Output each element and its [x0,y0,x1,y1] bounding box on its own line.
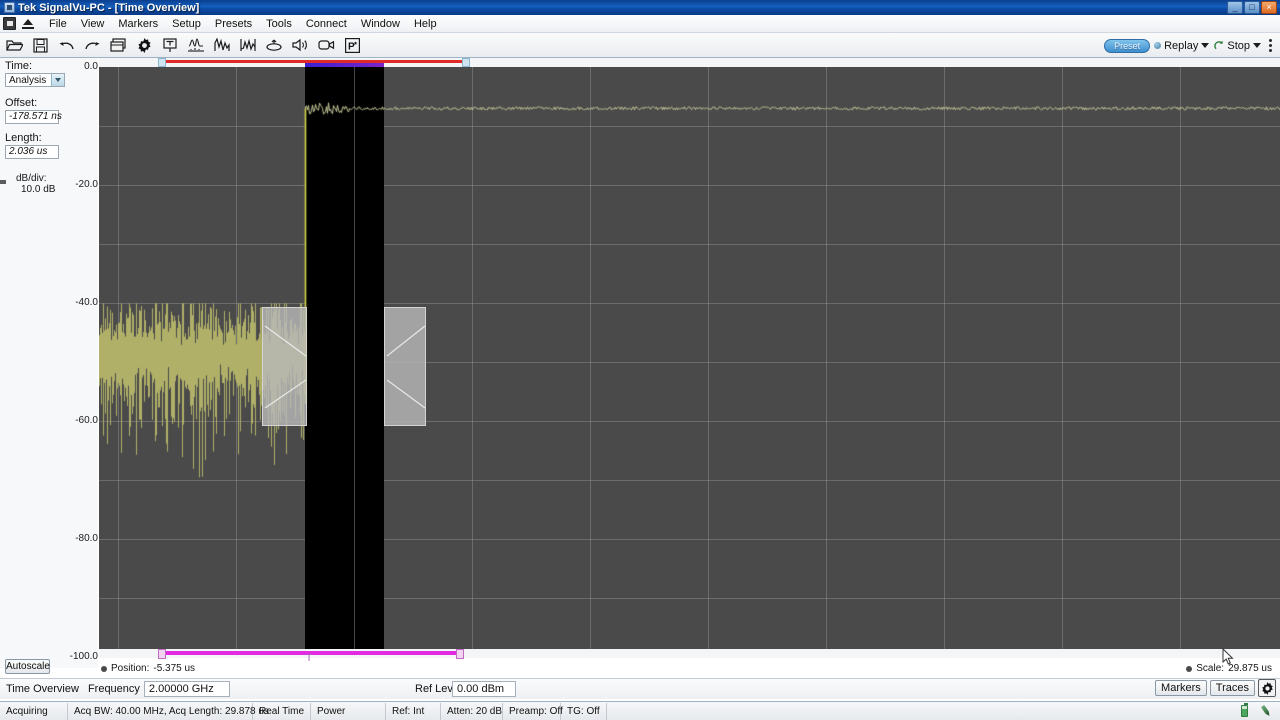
toolbar-right-controls: Preset Replay Stop [1104,33,1276,58]
stop-label: Stop [1227,39,1250,52]
markers-button[interactable]: Markers [1155,680,1207,696]
trigger-icon[interactable] [158,34,182,56]
open-icon[interactable] [2,34,26,56]
chevron-down-icon[interactable] [1253,43,1261,48]
y-tick-0: 0.0 [60,61,103,72]
frequency-input[interactable]: 2.00000 GHz [143,681,230,697]
plot-area[interactable] [99,67,1280,658]
y-tick-80: -80.0 [60,533,103,544]
mdi-window-icon[interactable] [3,17,16,30]
svg-text:P: P [348,41,355,52]
spectrogram-icon[interactable] [236,34,260,56]
graph-action-buttons: Markers Traces [1155,679,1276,697]
menu-item-connect[interactable]: Connect [299,16,354,32]
position-value: -5.375 us [153,663,196,674]
chevron-down-icon[interactable] [1201,43,1210,48]
more-options-icon[interactable] [1265,39,1276,52]
status-acq-info: Acq BW: 40.00 MHz, Acq Length: 29.878 us [68,702,269,720]
replay-label: Replay [1164,39,1199,52]
minimize-button[interactable]: _ [1227,1,1243,14]
scale-drag-handle-icon [1186,665,1193,672]
tile-windows-icon[interactable] [106,34,130,56]
db-per-div-group: dB/div: 10.0 dB [5,173,55,195]
spectrum-icon[interactable] [184,34,208,56]
preset-p-icon[interactable]: P [340,34,364,56]
battery-icon [1241,703,1248,717]
analysis-right-drag-handle[interactable] [384,307,426,426]
scale-value: 29.875 us [1228,663,1272,674]
window-title: Tek SignalVu-PC - [Time Overview] [18,1,200,14]
refresh-icon [1214,40,1224,50]
menu-bar: File View Markers Setup Presets Tools Co… [0,15,1280,49]
measurement-title: Time Overview [6,683,79,695]
menu-item-window[interactable]: Window [354,16,407,32]
offset-input[interactable]: -178.571 ns [5,110,62,124]
time-mode-select[interactable]: Analysis [5,73,65,87]
trigger-marker[interactable]: T [306,654,312,664]
scale-readout[interactable]: Scale: 29.875 us [1186,663,1272,674]
frequency-label: Frequency [87,683,140,695]
close-button[interactable]: × [1261,1,1277,14]
position-readout[interactable]: Position: -5.375 us [101,663,195,674]
y-tick-40: -40.0 [60,297,103,308]
menu-item-setup[interactable]: Setup [165,16,208,32]
status-real-time: Real Time [253,702,311,720]
settings-gear-icon[interactable] [1258,679,1276,697]
preset-button[interactable]: Preset [1104,38,1151,53]
window-controls: _ □ × [1227,1,1277,14]
analysis-left-drag-handle[interactable] [262,307,307,426]
position-drag-handle-icon [101,665,107,672]
status-tg: TG: Off [561,702,607,720]
scale-label: Scale: [1196,663,1225,674]
status-acquiring: Acquiring [0,702,68,720]
db-div-value[interactable]: 10.0 dB [5,184,55,195]
menu-item-view[interactable]: View [74,16,112,32]
waveform-icon[interactable] [210,34,234,56]
status-bar-icons [1241,703,1275,720]
maximize-button[interactable]: □ [1244,1,1260,14]
menu-item-markers[interactable]: Markers [111,16,165,32]
status-preamp: Preamp: Off [503,702,563,720]
y-tick-20: -20.0 [60,179,103,190]
time-mode-value: Analysis [9,74,47,86]
status-atten: Atten: 20 dB [441,702,503,720]
replay-control[interactable]: Replay [1154,39,1210,52]
ref-lev-label: Ref Lev [415,683,453,695]
length-input[interactable]: 2.036 us [5,145,59,159]
pen-icon [1258,703,1275,720]
bottom-marker-bar: T [99,649,1280,664]
y-axis: 0.0 -20.0 -40.0 -60.0 -80.0 -100.0 [60,58,103,662]
autoscale-button[interactable]: Autoscale [5,659,50,674]
y-tick-100: -100.0 [60,651,103,662]
amplitude-icon[interactable] [262,34,286,56]
save-icon[interactable] [28,34,52,56]
main-toolbar: P Preset Replay Stop [0,33,1280,58]
redo-icon[interactable] [80,34,104,56]
time-overview-graph[interactable]: T [99,58,1280,664]
menu-item-presets[interactable]: Presets [208,16,259,32]
status-power: Power [311,702,386,720]
db-div-label: dB/div: [16,173,47,184]
undo-icon[interactable] [54,34,78,56]
ref-lev-input[interactable]: 0.00 dBm [452,681,516,697]
y-tick-60: -60.0 [60,415,103,426]
settings-gear-icon[interactable] [132,34,156,56]
audio-icon[interactable] [288,34,312,56]
measurement-bar: Time Overview Frequency 2.00000 GHz Ref … [0,678,1280,699]
menu-item-file[interactable]: File [42,16,74,32]
stop-control[interactable]: Stop [1213,40,1261,52]
top-marker-bars [99,58,1280,67]
title-bar: Tek SignalVu-PC - [Time Overview] _ □ × [0,0,1280,15]
status-ref: Ref: Int [386,702,441,720]
replay-status-dot [1154,42,1162,49]
status-bar: Acquiring Acq BW: 40.00 MHz, Acq Length:… [0,701,1280,720]
menu-item-tools[interactable]: Tools [259,16,299,32]
video-icon[interactable] [314,34,338,56]
app-icon [4,2,15,13]
eject-icon[interactable] [20,17,36,31]
menu-item-help[interactable]: Help [407,16,444,32]
traces-button[interactable]: Traces [1209,680,1255,696]
position-label: Position: [111,663,150,674]
